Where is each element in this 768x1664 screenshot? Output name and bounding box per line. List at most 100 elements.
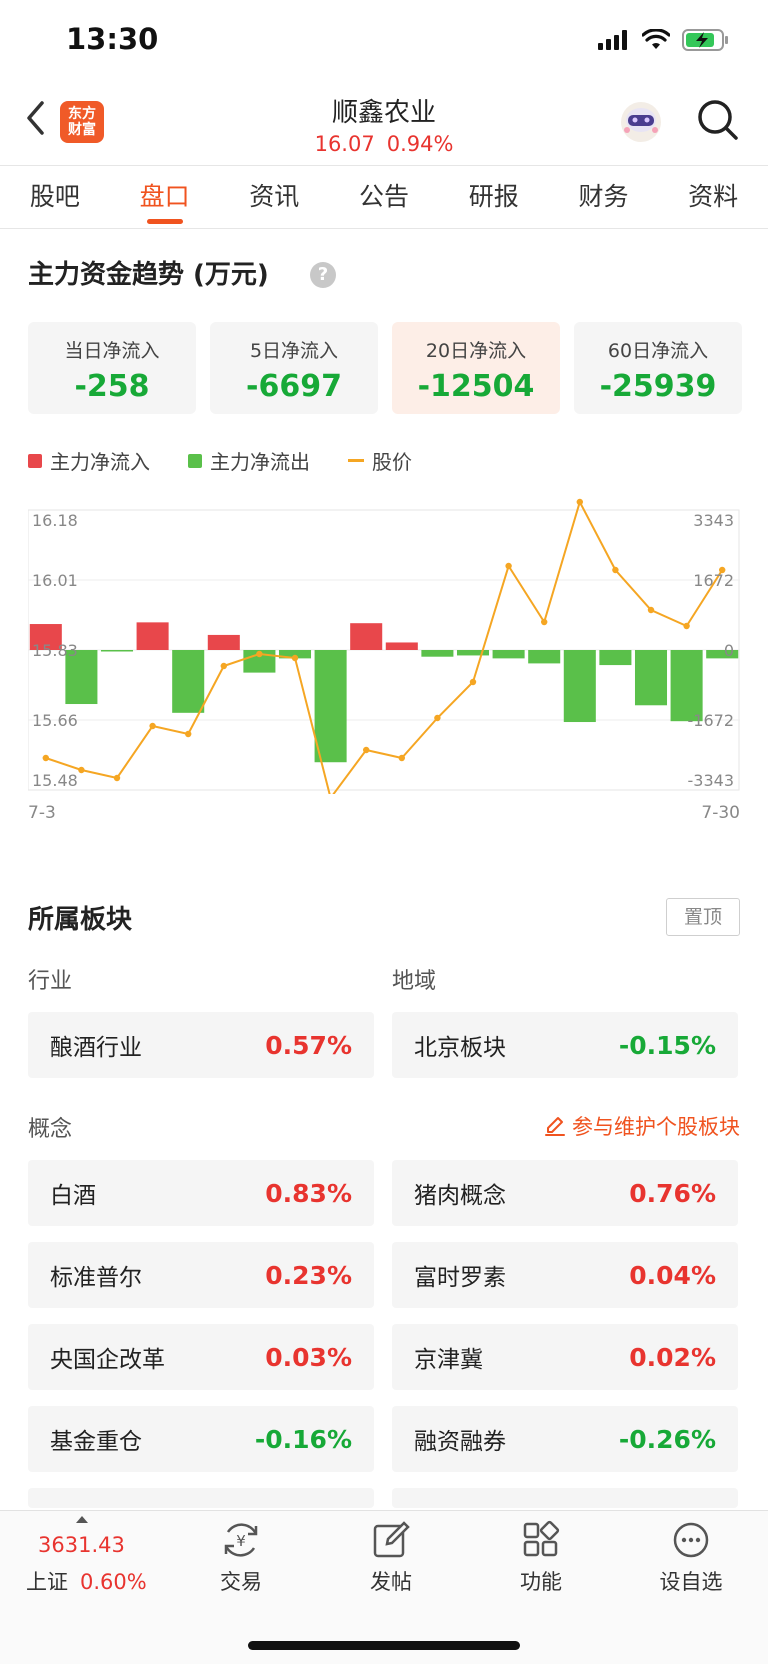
nav-post[interactable]: 发帖 <box>331 1520 451 1596</box>
index-value[interactable]: 3631.43 <box>38 1533 125 1557</box>
flow-bar <box>207 634 240 650</box>
sector-name: 北京板块 <box>414 1035 506 1061</box>
legend-price-label: 股价 <box>372 450 412 474</box>
chart-start-date: 7-3 <box>28 803 56 823</box>
tab-guba[interactable]: 股吧 <box>0 166 110 228</box>
sector-title: 所属板块 <box>28 905 133 935</box>
trade-icon: ¥ <box>224 1523 258 1557</box>
flow-card-20day[interactable]: 20日净流入 -12504 <box>392 322 560 414</box>
legend-outflow: 主力净流出 <box>188 446 310 475</box>
fund-flow-title: 主力资金趋势 (万元) <box>28 260 269 290</box>
sector-name: 酿酒行业 <box>50 1035 142 1061</box>
flow-card-value: -25939 <box>599 369 717 404</box>
flow-bar <box>421 650 454 657</box>
y-right-tick: 1672 <box>693 571 734 590</box>
index-name-row[interactable]: 上证 0.60% <box>26 1566 147 1596</box>
concept-name: 基金重仓 <box>50 1429 142 1455</box>
expand-index-icon[interactable] <box>76 1516 88 1523</box>
concept-name: 京津冀 <box>414 1347 483 1373</box>
price-point <box>220 662 227 670</box>
flow-card-label: 20日净流入 <box>425 340 527 362</box>
tab-announcement[interactable]: 公告 <box>329 166 439 228</box>
nav-trade[interactable]: ¥ 交易 <box>181 1520 301 1596</box>
concept-pct: 0.02% <box>629 1342 716 1372</box>
concept-pct: 0.83% <box>265 1178 352 1208</box>
concept-item[interactable]: 央国企改革 0.03% <box>28 1324 374 1390</box>
flow-bar <box>492 650 525 659</box>
flow-bar <box>528 650 561 664</box>
pin-top-button[interactable]: 置顶 <box>666 898 740 936</box>
y-right-tick: 0 <box>724 641 734 660</box>
price-point <box>113 774 121 782</box>
flow-bar <box>350 623 383 650</box>
flow-bar <box>172 650 205 713</box>
tab-profile[interactable]: 资料 <box>658 166 768 228</box>
region-label: 地域 <box>392 969 437 994</box>
nav-functions[interactable]: 功能 <box>481 1520 601 1596</box>
sector-item-industry[interactable]: 酿酒行业 0.57% <box>28 1012 374 1078</box>
flow-card-value: -258 <box>74 369 150 404</box>
concept-item[interactable]: 基金重仓 -0.16% <box>28 1406 374 1472</box>
concept-item[interactable]: 富时罗素 0.04% <box>392 1242 738 1308</box>
flow-card-60day[interactable]: 60日净流入 -25939 <box>574 322 742 414</box>
nav-add-watchlist[interactable]: 设自选 <box>631 1520 751 1596</box>
concept-item-partial[interactable] <box>28 1488 374 1508</box>
search-icon[interactable] <box>696 98 740 142</box>
wifi-icon <box>642 29 670 49</box>
stock-change-pct: 0.94% <box>386 132 454 156</box>
concept-name: 央国企改革 <box>50 1347 165 1373</box>
flow-bar <box>385 642 418 650</box>
flow-card-label: 60日净流入 <box>607 340 709 362</box>
price-point <box>647 606 655 614</box>
tab-news[interactable]: 资讯 <box>219 166 329 228</box>
price-point <box>78 766 85 774</box>
flow-card-label: 5日净流入 <box>249 340 339 362</box>
battery-icon <box>682 29 728 51</box>
chart-end-date: 7-30 <box>701 803 740 823</box>
maintain-sector-label: 参与维护个股板块 <box>572 1115 740 1139</box>
legend-inflow-swatch <box>28 453 42 468</box>
price-point <box>505 562 512 570</box>
y-right-tick: -1672 <box>688 711 735 730</box>
legend-price-swatch <box>348 459 364 462</box>
legend-inflow-label: 主力净流入 <box>50 450 150 474</box>
tab-pankou[interactable]: 盘口 <box>110 166 220 228</box>
flow-card-value: -6697 <box>246 369 342 404</box>
help-icon[interactable]: ? <box>310 262 336 288</box>
flow-card-today[interactable]: 当日净流入 -258 <box>28 322 196 414</box>
concept-item[interactable]: 融资融券 -0.26% <box>392 1406 738 1472</box>
tab-finance[interactable]: 财务 <box>549 166 659 228</box>
index-pct: 0.60% <box>80 1570 147 1594</box>
maintain-sector-link[interactable]: 参与维护个股板块 <box>544 1111 740 1141</box>
chart-legend: 主力净流入 主力净流出 股价 <box>28 446 450 475</box>
flow-bar <box>136 622 169 650</box>
sector-item-region[interactable]: 北京板块 -0.15% <box>392 1012 738 1078</box>
price-point <box>363 746 370 754</box>
concept-item[interactable]: 猪肉概念 0.76% <box>392 1160 738 1226</box>
tab-bar: 股吧 盘口 资讯 公告 研报 财务 资料 <box>0 165 768 229</box>
flow-card-5day[interactable]: 5日净流入 -6697 <box>210 322 378 414</box>
tab-research[interactable]: 研报 <box>439 166 549 228</box>
price-point <box>612 566 619 574</box>
flow-card-value: -12504 <box>417 369 535 404</box>
concept-item-partial[interactable] <box>392 1488 738 1508</box>
price-point <box>434 714 441 722</box>
price-point <box>576 498 583 506</box>
edit-pencil-icon <box>545 1117 565 1136</box>
sector-pct: -0.15% <box>618 1030 716 1060</box>
apps-icon <box>523 1520 560 1557</box>
robot-assistant-icon[interactable] <box>618 100 664 144</box>
price-point <box>398 754 405 762</box>
price-point <box>291 654 299 662</box>
concept-name: 白酒 <box>50 1183 96 1209</box>
price-point <box>469 678 477 686</box>
concept-item[interactable]: 京津冀 0.02% <box>392 1324 738 1390</box>
concept-name: 标准普尔 <box>50 1265 142 1291</box>
flow-bar <box>100 650 134 652</box>
y-right-tick: 3343 <box>693 511 734 530</box>
legend-outflow-label: 主力净流出 <box>210 450 310 474</box>
concept-name: 猪肉概念 <box>414 1183 506 1209</box>
price-point <box>256 650 263 658</box>
concept-item[interactable]: 白酒 0.83% <box>28 1160 374 1226</box>
concept-item[interactable]: 标准普尔 0.23% <box>28 1242 374 1308</box>
